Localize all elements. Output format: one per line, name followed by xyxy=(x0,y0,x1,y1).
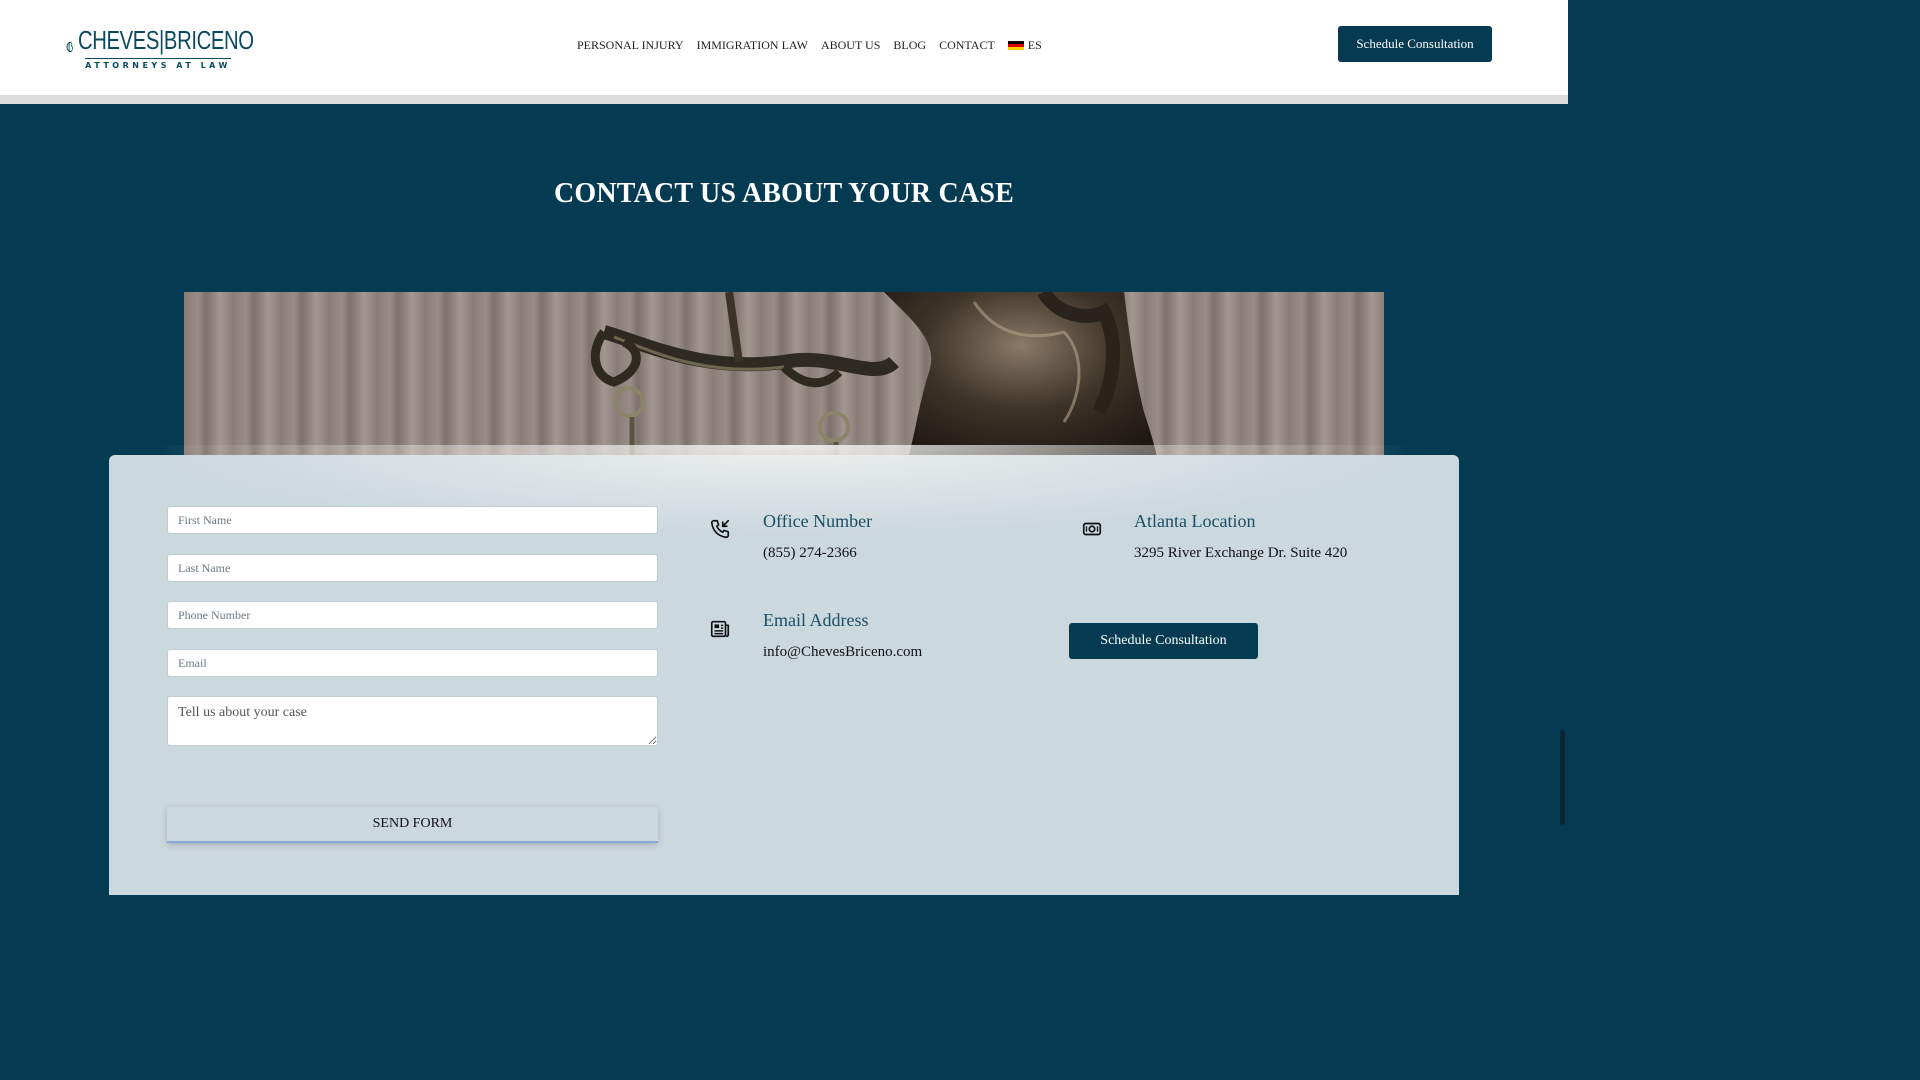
nav-personal-injury[interactable]: PERSONAL INJURY xyxy=(577,38,684,53)
email-address-title: Email Address xyxy=(763,610,869,630)
scrollbar-thumb[interactable] xyxy=(1560,730,1565,825)
logo-name: CHEVES|BRICENO xyxy=(78,24,254,55)
contact-card: SEND FORM Office Number (855) 274-2366 E… xyxy=(109,445,1459,895)
last-name-input[interactable] xyxy=(167,554,658,582)
lady-justice-image xyxy=(184,292,1384,472)
logo[interactable]: CHEVES|BRICENO ATTORNEYS AT LAW xyxy=(66,14,278,80)
nav-contact[interactable]: CONTACT xyxy=(939,38,995,53)
logo-monogram-icon xyxy=(66,41,73,53)
send-form-button[interactable]: SEND FORM xyxy=(167,807,658,843)
first-name-input[interactable] xyxy=(167,506,658,534)
statue-illustration xyxy=(590,292,1159,472)
money-bill-icon xyxy=(1082,522,1102,536)
nav-immigration-law[interactable]: IMMIGRATION LAW xyxy=(697,38,808,53)
language-label: ES xyxy=(1027,38,1042,52)
atlanta-location-address: 3295 River Exchange Dr. Suite 420 xyxy=(1134,545,1348,561)
office-number-title: Office Number xyxy=(763,511,873,531)
section-title: CONTACT US ABOUT YOUR CASE xyxy=(553,178,1015,209)
nav-blog[interactable]: BLOG xyxy=(893,38,926,53)
header-divider xyxy=(0,95,1568,104)
card-schedule-consultation-button[interactable]: Schedule Consultation xyxy=(1069,623,1258,659)
atlanta-location-title: Atlanta Location xyxy=(1134,511,1256,531)
phone-incoming-icon xyxy=(710,519,730,539)
office-number-value[interactable]: (855) 274-2366 xyxy=(763,545,857,562)
header-schedule-consultation-button[interactable]: Schedule Consultation xyxy=(1338,26,1492,62)
email-input[interactable] xyxy=(167,649,658,677)
email-address-value[interactable]: info@ChevesBriceno.com xyxy=(763,644,922,661)
main-nav: PERSONAL INJURY IMMIGRATION LAW ABOUT US… xyxy=(577,38,1042,53)
logo-tagline: ATTORNEYS AT LAW xyxy=(85,57,231,70)
language-switcher[interactable]: ES xyxy=(1007,38,1042,53)
nav-about-us[interactable]: ABOUT US xyxy=(821,38,880,53)
case-description-textarea[interactable] xyxy=(167,696,658,746)
germany-flag-icon xyxy=(1007,40,1024,51)
site-header: CHEVES|BRICENO ATTORNEYS AT LAW PERSONAL… xyxy=(0,0,1568,95)
newspaper-icon xyxy=(710,620,730,638)
phone-number-input[interactable] xyxy=(167,601,658,629)
